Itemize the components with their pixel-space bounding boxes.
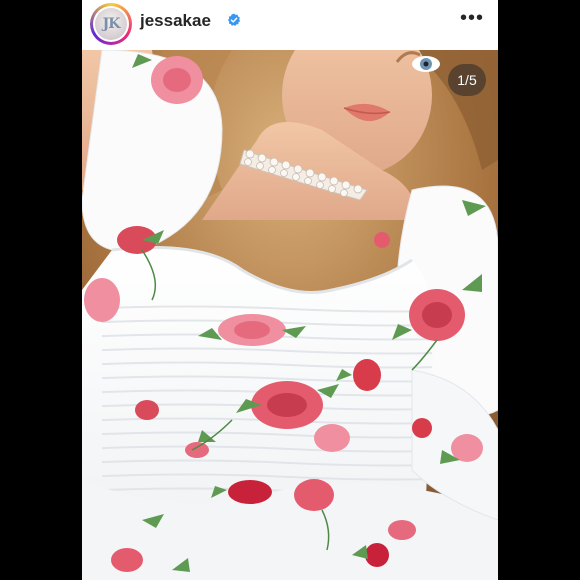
avatar-ring: JK: [93, 6, 129, 42]
instagram-post: JK jessakae ••• 1/5: [82, 0, 498, 580]
more-horizontal-icon[interactable]: •••: [460, 8, 484, 28]
post-header: JK jessakae •••: [82, 0, 498, 50]
post-photo: 1/5: [82, 50, 498, 580]
verified-badge-icon: [227, 13, 241, 27]
avatar-initials: JK: [95, 8, 127, 40]
username[interactable]: jessakae: [140, 11, 211, 31]
carousel-counter: 1/5: [448, 64, 486, 96]
photo-illustration: [82, 50, 498, 580]
avatar[interactable]: JK: [90, 3, 132, 45]
